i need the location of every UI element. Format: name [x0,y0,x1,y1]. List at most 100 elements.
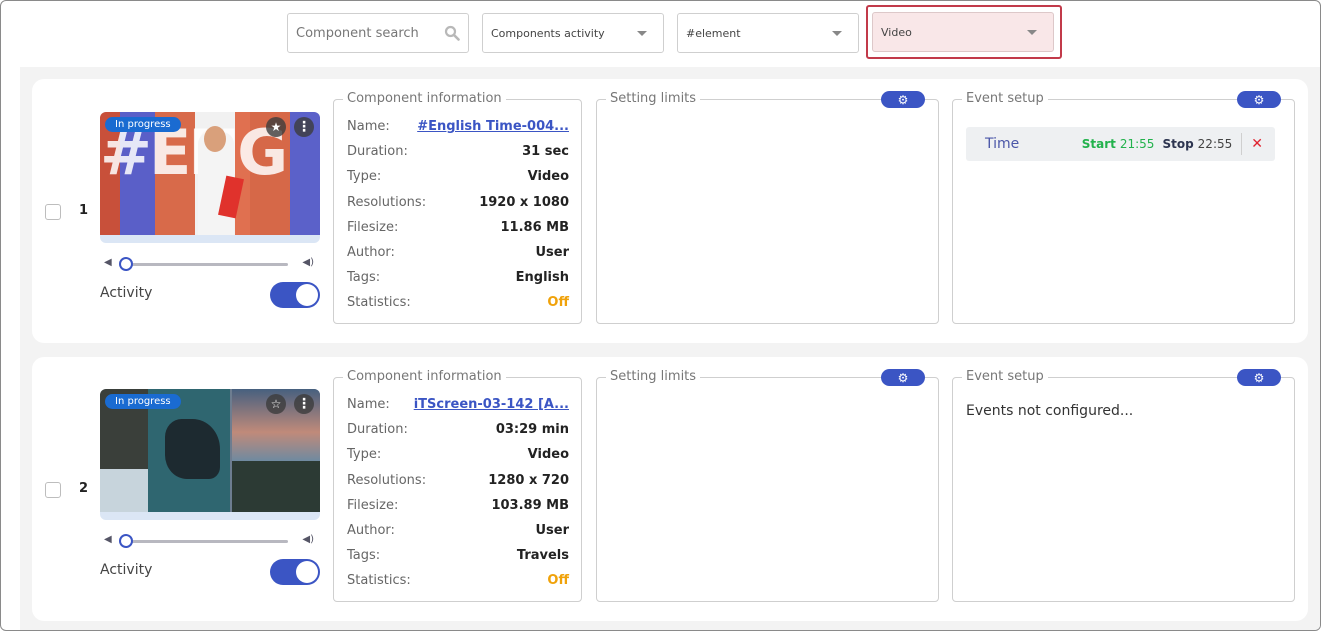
element-select[interactable]: #element [677,13,859,53]
event-name: Time [985,136,1020,152]
info-row-author: Author: User [347,518,569,543]
field-label: Filesize: [347,219,399,235]
info-row-duration: Duration: 31 sec [347,139,569,164]
gear-icon[interactable]: ⚙ [1237,369,1281,386]
volume-low-icon: ◀ [104,257,112,268]
volume-knob[interactable] [119,257,133,271]
field-label: Statistics: [347,295,411,311]
gear-icon[interactable]: ⚙ [1237,91,1281,108]
info-row-type: Type: Video [347,164,569,189]
delete-icon[interactable]: ✕ [1251,136,1263,152]
field-label: Tags: [347,548,381,564]
element-select-value: #element [686,26,741,40]
field-label: Duration: [347,144,408,160]
duration-value: 31 sec [522,144,569,160]
tags-value: Travels [516,548,569,564]
field-label: Filesize: [347,497,399,513]
info-row-name: Name: iTScreen-03-142 [A... [347,392,569,417]
info-row-resolution: Resolutions: 1920 x 1080 [347,190,569,215]
gear-icon[interactable]: ⚙ [881,369,925,386]
more-vertical-icon[interactable]: ⋮ [294,394,314,414]
video-thumbnail[interactable]: In progress ☆ ⋮ [100,389,320,520]
field-label: Author: [347,245,395,261]
components-activity-value: Components activity [491,26,605,40]
status-badge: In progress [105,117,181,132]
component-name-link[interactable]: iTScreen-03-142 [A... [414,397,569,412]
field-label: Name: [347,397,390,413]
star-filled-icon[interactable]: ★ [266,117,286,137]
volume-knob[interactable] [119,534,133,548]
gear-icon[interactable]: ⚙ [881,91,925,108]
type-value: Video [527,447,569,463]
panel-title: Event setup [962,91,1048,106]
thumbnail-graphic [232,461,320,512]
divider [1241,133,1243,155]
activity-toggle[interactable] [270,559,320,585]
field-label: Statistics: [347,573,411,589]
field-label: Tags: [347,270,381,286]
info-row-author: Author: User [347,240,569,265]
status-badge: In progress [105,394,181,409]
panel-title: Setting limits [606,369,701,384]
field-label: Type: [347,447,382,463]
volume-slider[interactable]: ◀ ◀) [104,257,314,271]
component-information-panel: Component information Name: iTScreen-03-1… [333,369,582,602]
info-row-filesize: Filesize: 11.86 MB [347,215,569,240]
activity-toggle[interactable] [270,282,320,308]
toggle-knob [296,284,318,306]
field-label: Resolutions: [347,472,427,488]
panel-title: Event setup [962,369,1048,384]
component-name-link[interactable]: #English Time-004... [417,119,569,134]
thumbnail-graphic [204,126,226,152]
component-card: 1 #ENG In progress ★ ⋮ ◀ ◀) Activity Com… [32,79,1308,343]
chevron-down-icon [637,30,647,36]
field-label: Type: [347,169,382,185]
volume-high-icon: ◀) [302,257,314,268]
more-vertical-icon[interactable]: ⋮ [294,117,314,137]
activity-label: Activity [100,285,153,301]
chevron-down-icon [1027,29,1037,35]
resolution-value: 1280 x 720 [488,472,569,488]
events-empty-message: Events not configured... [966,403,1134,419]
video-thumbnail[interactable]: #ENG In progress ★ ⋮ [100,112,320,243]
event-stop-time: 22:55 [1197,137,1233,151]
star-outline-icon[interactable]: ☆ [266,394,286,414]
type-value: Video [527,169,569,185]
panel-title: Component information [343,369,506,384]
volume-track[interactable] [124,540,288,543]
component-information-panel: Component information Name: #English Time… [333,91,582,324]
app-window: Component search Components activity #el… [0,0,1321,631]
select-checkbox[interactable] [45,204,61,220]
panel-title: Component information [343,91,506,106]
info-row-name: Name: #English Time-004... [347,114,569,139]
panel-title: Setting limits [606,91,701,106]
type-select[interactable]: Video [872,12,1054,52]
info-row-duration: Duration: 03:29 min [347,417,569,442]
volume-track[interactable] [124,263,288,266]
event-setup-panel: Event setup ⚙ Time Start 21:55 Stop 22:5… [952,91,1295,324]
activity-label: Activity [100,562,153,578]
event-item[interactable]: Time Start 21:55 Stop 22:55 ✕ [966,127,1275,161]
search-placeholder: Component search [296,25,419,41]
info-row-statistics: Statistics: Off [347,568,569,593]
select-checkbox[interactable] [45,482,61,498]
field-label: Duration: [347,422,408,438]
type-select-value: Video [881,25,912,39]
toggle-knob [296,561,318,583]
info-row-tags: Tags: Travels [347,543,569,568]
volume-high-icon: ◀) [302,534,314,545]
event-setup-panel: Event setup ⚙ Events not configured... [952,369,1295,602]
chevron-down-icon [832,30,842,36]
event-start-label: Start [1081,137,1116,151]
setting-limits-panel: Setting limits ⚙ [596,369,939,602]
info-row-resolution: Resolutions: 1280 x 720 [347,468,569,493]
component-search-input[interactable]: Component search [287,13,469,53]
field-label: Name: [347,119,390,135]
author-value: User [535,245,569,261]
components-activity-select[interactable]: Components activity [482,13,664,53]
thumbnail-graphic [165,419,220,479]
search-icon[interactable] [444,25,460,41]
volume-low-icon: ◀ [104,534,112,545]
volume-slider[interactable]: ◀ ◀) [104,534,314,548]
tags-value: English [515,270,569,286]
